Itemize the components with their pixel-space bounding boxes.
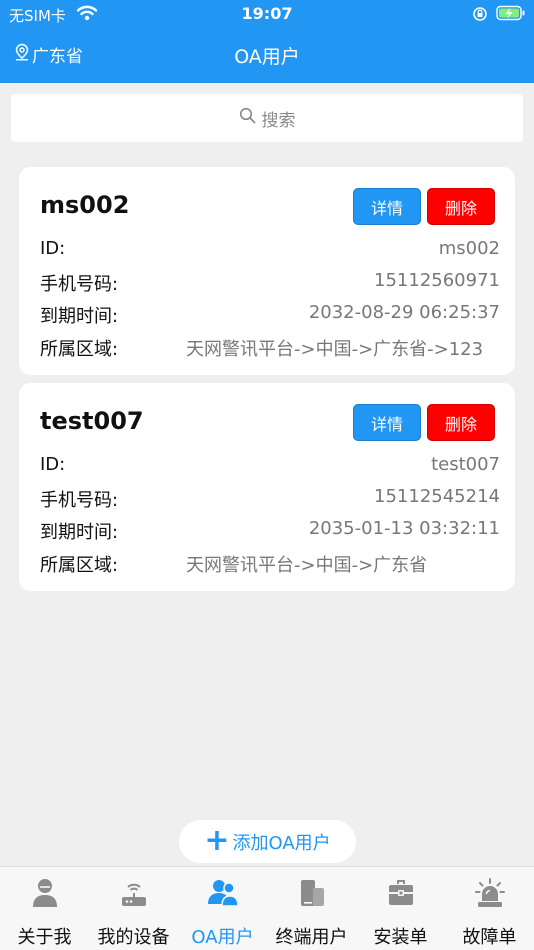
tab-label: 关于我 <box>17 927 72 948</box>
field-label: 所属区域: <box>40 339 119 360</box>
field-value: 天网警讯平台->中国->广东省 <box>186 555 428 576</box>
router-icon <box>89 877 178 911</box>
field-label: 所属区域: <box>40 555 119 576</box>
user-name: test007 <box>40 407 144 435</box>
field-row-region: 所属区域: 天网警讯平台->中国->广东省->123 <box>40 335 500 360</box>
field-label: ID: <box>40 238 66 259</box>
field-value: ms002 <box>438 238 500 259</box>
users-icon <box>178 877 267 911</box>
search-placeholder: 搜索 <box>261 110 296 131</box>
search-icon <box>239 107 262 129</box>
plus-icon: + <box>204 822 230 858</box>
field-value: test007 <box>431 454 500 475</box>
field-value: 15112560971 <box>374 270 500 291</box>
field-row-phone: 手机号码: 15112545214 <box>40 486 500 511</box>
field-value: 天网警讯平台->中国->广东省->123 <box>186 339 484 360</box>
field-row-id: ID: ms002 <box>40 238 500 262</box>
field-value: 2032-08-29 06:25:37 <box>308 302 500 323</box>
detail-button[interactable]: 详情 <box>353 404 421 441</box>
location-label: 广东省 <box>32 46 83 67</box>
tab-about-me[interactable]: 关于我 <box>0 867 89 950</box>
orientation-lock-icon <box>472 6 488 26</box>
tab-fault-orders[interactable]: 故障单 <box>445 867 534 950</box>
field-row-id: ID: test007 <box>40 454 500 478</box>
field-label: 到期时间: <box>40 522 119 543</box>
delete-button[interactable]: 删除 <box>427 188 495 225</box>
tab-bar: 关于我 我的设备 OA用户 终端用户 安装单 故障单 <box>0 866 534 950</box>
user-card: test007 详情 删除 ID: test007 手机号码: 15112545… <box>19 383 515 591</box>
add-oa-user-button[interactable]: + 添加OA用户 <box>179 820 356 863</box>
location-pin-icon <box>14 43 32 66</box>
toolbox-icon <box>356 877 445 911</box>
tab-label: 终端用户 <box>275 927 348 948</box>
field-label: ID: <box>40 454 66 475</box>
field-label: 手机号码: <box>40 490 119 511</box>
field-value: 2035-01-13 03:32:11 <box>308 518 500 539</box>
status-bar: 无SIM卡 19:07 <box>0 0 534 28</box>
header: 无SIM卡 19:07 广东省 OA用户 <box>0 0 534 83</box>
field-row-expiry: 到期时间: 2035-01-13 03:32:11 <box>40 518 500 543</box>
field-row-region: 所属区域: 天网警讯平台->中国->广东省 <box>40 551 500 576</box>
tab-label: 安装单 <box>373 927 428 948</box>
user-name: ms002 <box>40 191 130 219</box>
clock: 19:07 <box>241 4 293 23</box>
field-value: 15112545214 <box>374 486 500 507</box>
tab-label: 我的设备 <box>97 927 170 948</box>
field-label: 到期时间: <box>40 306 119 327</box>
detail-button[interactable]: 详情 <box>353 188 421 225</box>
field-row-phone: 手机号码: 15112560971 <box>40 270 500 295</box>
field-label: 手机号码: <box>40 274 119 295</box>
tab-terminal-users[interactable]: 终端用户 <box>267 867 356 950</box>
battery-charging-icon <box>496 5 526 25</box>
tab-oa-users[interactable]: OA用户 <box>178 867 267 950</box>
tab-label: 故障单 <box>462 927 517 948</box>
tab-label: OA用户 <box>191 927 254 948</box>
delete-button[interactable]: 删除 <box>427 404 495 441</box>
alarm-icon <box>445 877 534 911</box>
tab-install-orders[interactable]: 安装单 <box>356 867 445 950</box>
location-selector[interactable]: 广东省 <box>14 41 83 67</box>
person-icon <box>0 877 89 911</box>
search-input[interactable]: 搜索 <box>11 94 523 142</box>
nav-bar: 广东省 OA用户 <box>0 28 534 83</box>
field-row-expiry: 到期时间: 2032-08-29 06:25:37 <box>40 302 500 327</box>
add-oa-user-label: 添加OA用户 <box>232 832 331 854</box>
phone-icon <box>267 877 356 911</box>
user-card: ms002 详情 删除 ID: ms002 手机号码: 15112560971 … <box>19 167 515 375</box>
tab-my-devices[interactable]: 我的设备 <box>89 867 178 950</box>
